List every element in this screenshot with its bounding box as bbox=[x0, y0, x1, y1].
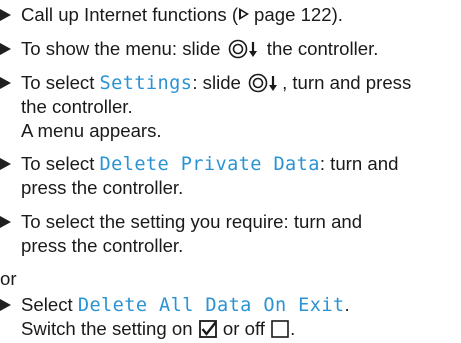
step-text: To show the menu: slide the controller. bbox=[21, 38, 379, 59]
checkbox-checked-icon bbox=[198, 320, 217, 338]
checkbox-empty-icon bbox=[271, 320, 289, 338]
bullet-triangle-icon bbox=[0, 9, 11, 21]
bullet-triangle-icon bbox=[0, 158, 11, 170]
step-continuation: press the controller. bbox=[21, 235, 184, 256]
controller-slide-down-icon bbox=[248, 73, 278, 93]
step-text: Call up Internet functions (page 122). bbox=[21, 4, 343, 25]
instruction-page: Call up Internet functions (page 122). T… bbox=[0, 0, 461, 343]
step-text: To select the setting you require: turn … bbox=[21, 211, 363, 232]
bullet-triangle-icon bbox=[0, 43, 11, 55]
step-text: Select Delete All Data On Exit. bbox=[21, 294, 350, 316]
bullet-triangle-icon bbox=[0, 77, 11, 89]
page-reference: page 122 bbox=[254, 4, 332, 25]
page-reference-triangle-icon bbox=[239, 8, 250, 20]
keyword-delete-private-data: Delete Private Data bbox=[99, 154, 320, 175]
step-text: To select Settings: slide , turn and pre… bbox=[21, 72, 412, 94]
keyword-delete-all-data-on-exit: Delete All Data On Exit bbox=[77, 295, 345, 316]
or-label: or bbox=[0, 268, 17, 289]
keyword-settings: Settings bbox=[99, 73, 193, 94]
step-continuation: press the controller. bbox=[21, 177, 184, 198]
bullet-triangle-icon bbox=[0, 299, 11, 311]
step-continuation: the controller. bbox=[21, 96, 133, 117]
step-text: To select Delete Private Data: turn and bbox=[21, 153, 399, 175]
switch-setting-line: Switch the setting on or off . bbox=[21, 318, 296, 339]
controller-slide-down-icon bbox=[228, 39, 257, 59]
step-result: A menu appears. bbox=[21, 120, 162, 141]
bullet-triangle-icon bbox=[0, 216, 11, 228]
